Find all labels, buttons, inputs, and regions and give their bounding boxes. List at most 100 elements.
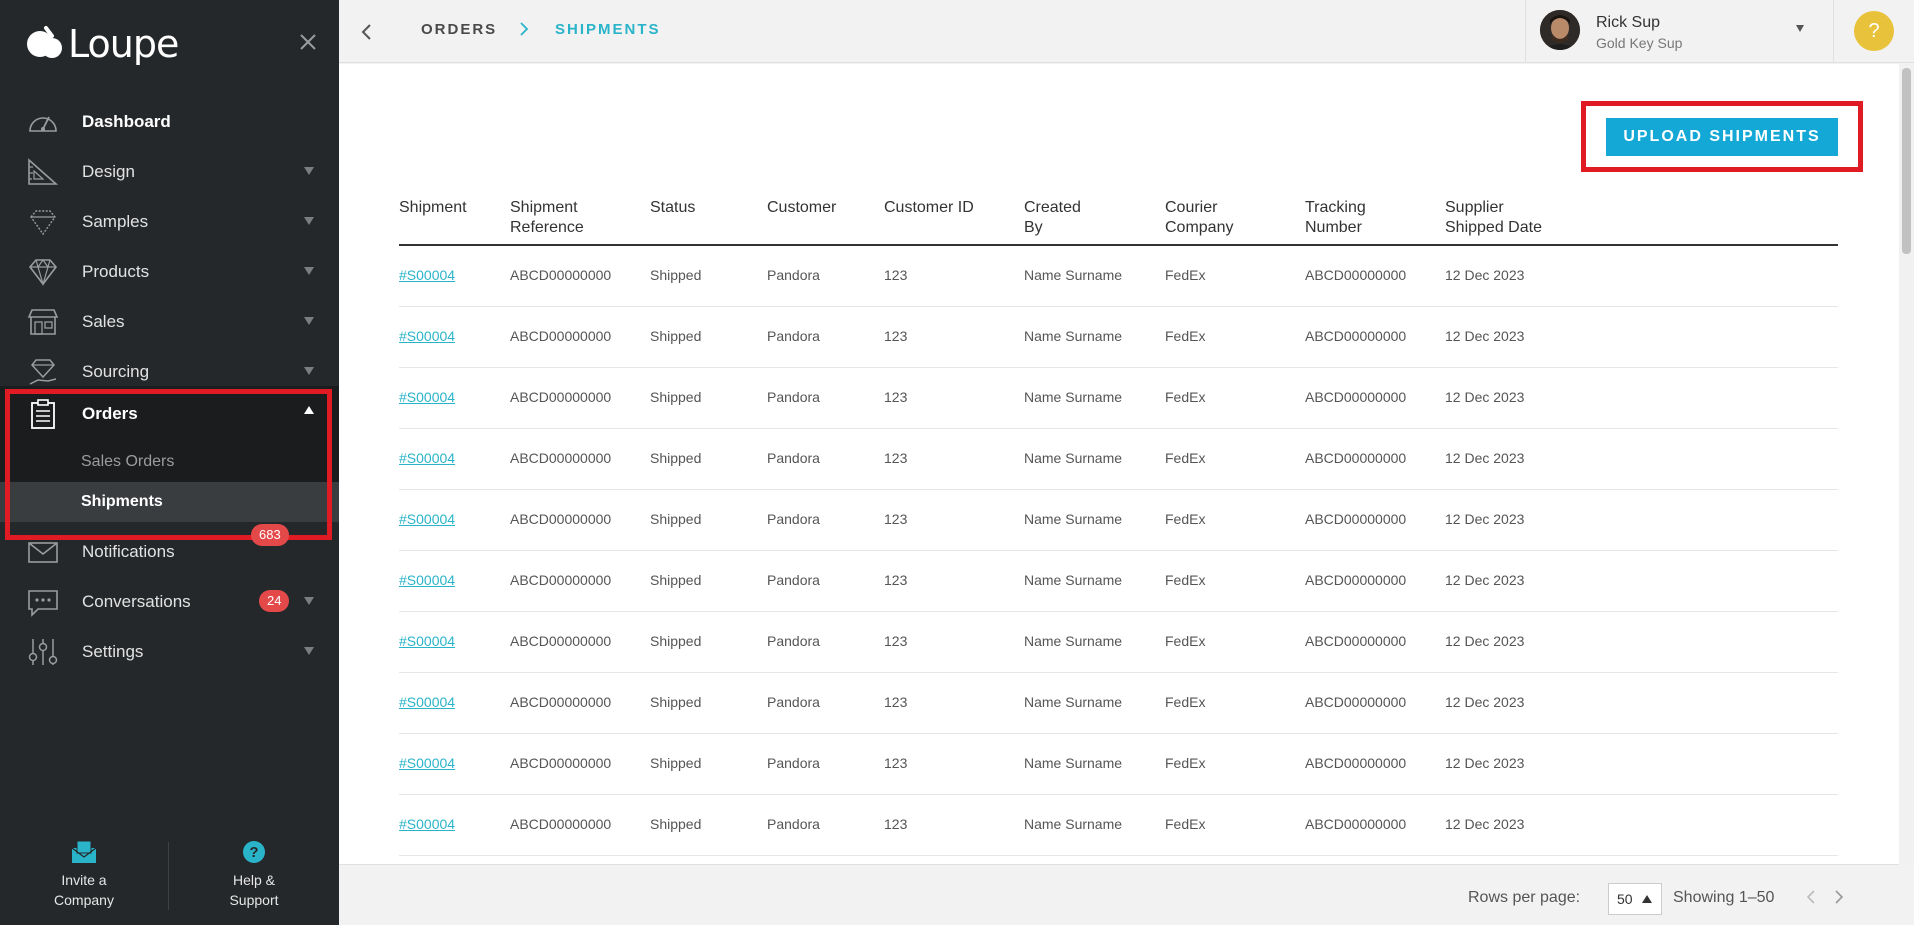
sidebar-item-settings[interactable]: Settings xyxy=(0,627,339,677)
sidebar-item-label: Design xyxy=(82,162,135,181)
cell-customer-id: 123 xyxy=(884,389,908,405)
shipment-link[interactable]: #S00004 xyxy=(399,816,455,832)
sidebar-item-notifications[interactable]: Notifications 683 xyxy=(0,524,339,577)
rows-per-page-select[interactable]: 50 xyxy=(1608,883,1662,915)
shipment-link[interactable]: #S00004 xyxy=(399,450,455,466)
shipment-link[interactable]: #S00004 xyxy=(399,328,455,344)
cell-customer: Pandora xyxy=(767,389,820,405)
cell-shipment-reference: ABCD00000000 xyxy=(510,572,612,588)
table-row[interactable]: #S00004 ABCD00000000 Shipped Pandora 123 Name… xyxy=(399,368,1838,429)
cell-supplier-shipped-date: 12 Dec 2023 xyxy=(1445,694,1525,710)
cell-customer-id: 123 xyxy=(884,267,908,283)
logo[interactable]: Loupe xyxy=(22,22,179,66)
cell-supplier-shipped-date: 12 Dec 2023 xyxy=(1445,389,1525,405)
sidebar-item-dashboard[interactable]: Dashboard xyxy=(0,97,339,147)
chevron-down-icon xyxy=(304,167,314,175)
table-row[interactable]: #S00004 ABCD00000000 Shipped Pandora 123 Name… xyxy=(399,429,1838,490)
shipment-link[interactable]: #S00004 xyxy=(399,389,455,405)
table-row[interactable]: #S00004 ABCD00000000 Shipped Pandora 123 Name… xyxy=(399,612,1838,673)
column-header-line1: Courier xyxy=(1165,199,1218,216)
shipments-table: Shipment Shipment Reference Status Customer C… xyxy=(399,190,1838,856)
sidebar-item-conversations[interactable]: Conversations 24 xyxy=(0,577,339,627)
upload-shipments-button[interactable]: UPLOAD SHIPMENTS xyxy=(1606,118,1838,156)
shipment-link[interactable]: #S00004 xyxy=(399,755,455,771)
speedometer-icon xyxy=(29,116,57,132)
invite-company-link[interactable]: Invite a Company xyxy=(24,840,144,910)
close-icon[interactable] xyxy=(296,30,320,54)
invite-envelope-icon xyxy=(71,840,97,863)
cell-status: Shipped xyxy=(650,633,702,649)
column-header-customer-id: Customer ID xyxy=(884,198,974,218)
shipment-link[interactable]: #S00004 xyxy=(399,572,455,588)
column-header-line2: Reference xyxy=(510,219,584,236)
cell-tracking-number: ABCD00000000 xyxy=(1305,267,1407,283)
cell-shipment-reference: ABCD00000000 xyxy=(510,694,612,710)
chevron-left-icon[interactable] xyxy=(353,18,381,46)
cell-status: Shipped xyxy=(650,572,702,588)
column-header-line1: Customer ID xyxy=(884,199,974,216)
help-line2: Support xyxy=(229,892,279,908)
cell-courier-company: FedEx xyxy=(1165,816,1206,832)
sidebar-item-label: Samples xyxy=(82,212,149,231)
shipment-link[interactable]: #S00004 xyxy=(399,511,455,527)
sidebar-item-products[interactable]: Products xyxy=(0,247,339,297)
chevron-down-icon xyxy=(304,267,314,275)
table-row[interactable]: #S00004 ABCD00000000 Shipped Pandora 123 Name… xyxy=(399,795,1838,856)
table-row[interactable]: #S00004 ABCD00000000 Shipped Pandora 123 Name… xyxy=(399,307,1838,368)
prev-page-icon[interactable] xyxy=(1801,885,1821,909)
loupe-logo-icon xyxy=(27,26,62,58)
column-header-line1: Shipment xyxy=(399,199,467,216)
table-row[interactable]: #S00004 ABCD00000000 Shipped Pandora 123 Name… xyxy=(399,551,1838,612)
shipment-link[interactable]: #S00004 xyxy=(399,267,455,283)
cell-supplier-shipped-date: 12 Dec 2023 xyxy=(1445,511,1525,527)
cell-created-by: Name Surname xyxy=(1024,267,1123,283)
next-page-icon[interactable] xyxy=(1829,885,1849,909)
sidebar-subitem-shipments[interactable]: Shipments xyxy=(0,482,339,522)
sidebar-item-design[interactable]: Design xyxy=(0,147,339,197)
sidebar-item-samples[interactable]: Samples xyxy=(0,197,339,247)
shipment-link[interactable]: #S00004 xyxy=(399,633,455,649)
table-body: #S00004 ABCD00000000 Shipped Pandora 123 Name… xyxy=(399,246,1838,856)
cell-tracking-number: ABCD00000000 xyxy=(1305,816,1407,832)
column-header-line2: By xyxy=(1024,219,1043,236)
scrollbar[interactable] xyxy=(1899,64,1914,864)
cell-status: Shipped xyxy=(650,755,702,771)
main-content: UPLOAD SHIPMENTS Shipment Shipment Referen… xyxy=(339,64,1899,864)
table-row[interactable]: #S00004 ABCD00000000 Shipped Pandora 123 Name… xyxy=(399,490,1838,551)
cell-created-by: Name Surname xyxy=(1024,572,1123,588)
column-header-supplier-shipped-date: Supplier Shipped Date xyxy=(1445,198,1542,238)
cell-supplier-shipped-date: 12 Dec 2023 xyxy=(1445,267,1525,283)
chevron-down-icon xyxy=(304,647,314,655)
sidebar-item-orders[interactable]: Orders xyxy=(0,386,339,442)
breadcrumb-orders[interactable]: ORDERS xyxy=(421,21,497,38)
cell-customer-id: 123 xyxy=(884,755,908,771)
sidebar-subitem-sales-orders[interactable]: Sales Orders xyxy=(0,442,339,482)
table-row[interactable]: #S00004 ABCD00000000 Shipped Pandora 123 Name… xyxy=(399,673,1838,734)
scrollbar-thumb[interactable] xyxy=(1902,68,1911,254)
top-header: ORDERS SHIPMENTS Rick Sup Gold Key Sup ? xyxy=(339,0,1914,63)
help-button[interactable]: ? xyxy=(1854,11,1894,51)
cell-tracking-number: ABCD00000000 xyxy=(1305,694,1407,710)
table-row[interactable]: #S00004 ABCD00000000 Shipped Pandora 123 Name… xyxy=(399,734,1838,795)
cell-tracking-number: ABCD00000000 xyxy=(1305,511,1407,527)
user-menu[interactable]: Rick Sup Gold Key Sup xyxy=(1525,0,1833,63)
shipment-link[interactable]: #S00004 xyxy=(399,694,455,710)
table-footer: Rows per page: 50 Showing 1–50 xyxy=(339,864,1899,925)
table-row[interactable]: #S00004 ABCD00000000 Shipped Pandora 123 Name… xyxy=(399,246,1838,307)
sidebar-item-label: Conversations xyxy=(82,592,191,611)
column-header-courier-company: Courier Company xyxy=(1165,198,1233,238)
cell-customer: Pandora xyxy=(767,816,820,832)
cell-status: Shipped xyxy=(650,511,702,527)
avatar xyxy=(1540,10,1580,50)
cell-supplier-shipped-date: 12 Dec 2023 xyxy=(1445,816,1525,832)
help-support-link[interactable]: ? Help & Support xyxy=(194,840,314,910)
column-header-created-by: Created By xyxy=(1024,198,1081,238)
cell-customer: Pandora xyxy=(767,572,820,588)
avatar-photo-icon xyxy=(1540,10,1580,50)
sidebar-item-sales[interactable]: Sales xyxy=(0,297,339,347)
notification-badge: 683 xyxy=(251,524,289,546)
logo-text: Loupe xyxy=(68,22,179,66)
cell-created-by: Name Surname xyxy=(1024,450,1123,466)
chevron-down-icon xyxy=(304,597,314,605)
cell-customer-id: 123 xyxy=(884,328,908,344)
